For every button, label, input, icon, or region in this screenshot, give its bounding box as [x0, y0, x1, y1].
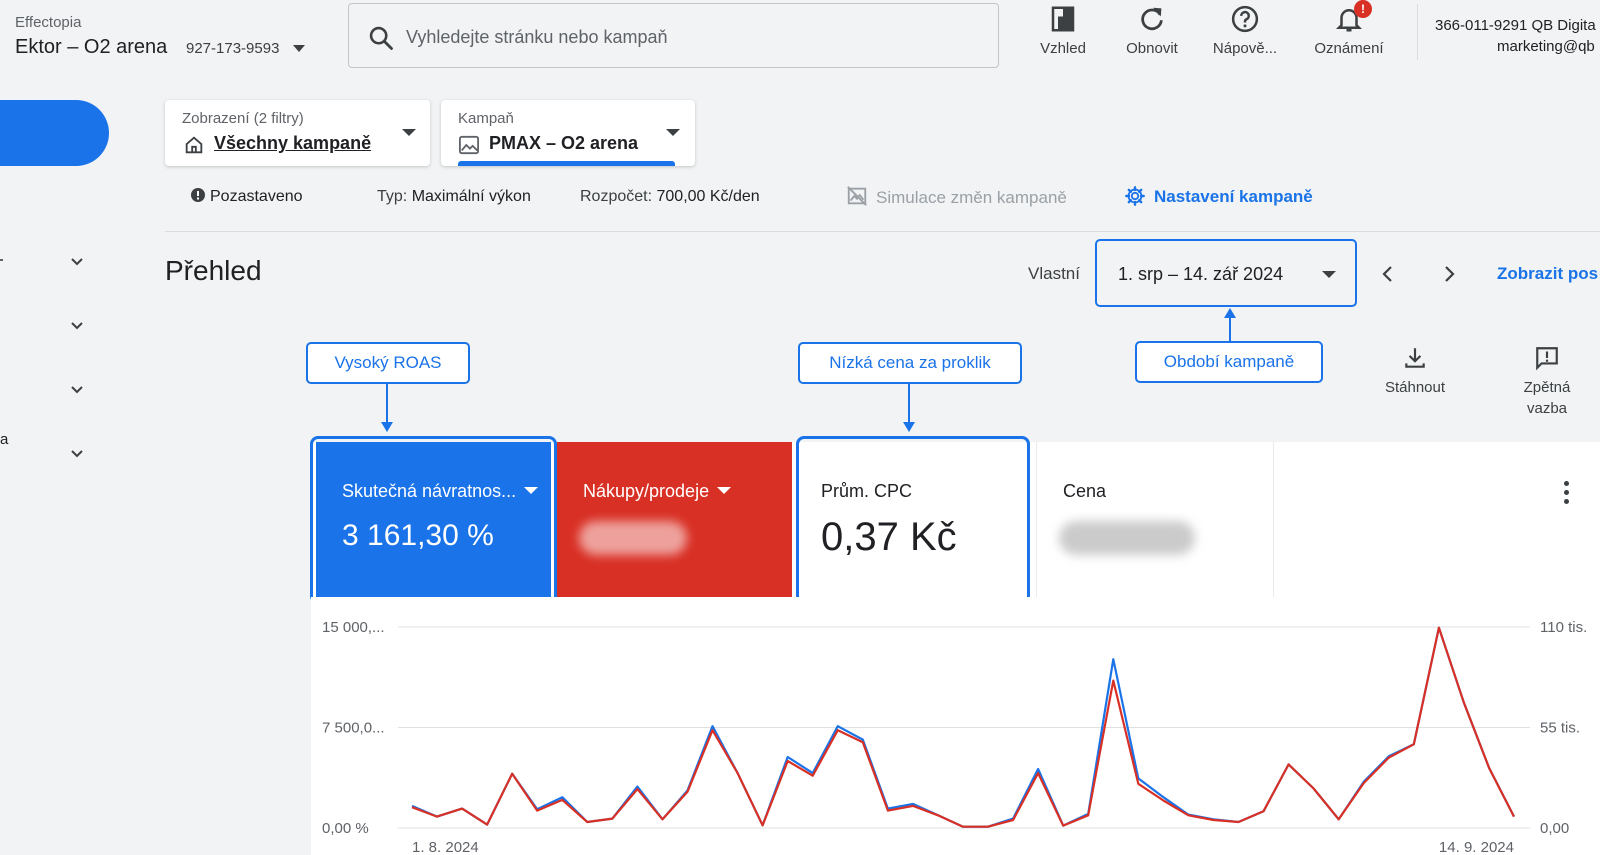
left-axis-tick-label: 0,00 % — [322, 820, 369, 837]
x-axis-end-label: 14. 9. 2024 — [1439, 839, 1514, 855]
right-axis-tick-label: 110 tis. — [1540, 619, 1587, 636]
x-axis-start-label: 1. 8. 2024 — [412, 839, 479, 855]
left-axis-tick-label: 15 000,... — [322, 619, 385, 636]
left-axis-tick-label: 7 500,0... — [322, 720, 385, 737]
right-axis-tick-label: 0,00 — [1540, 820, 1569, 837]
performance-chart: 15 000,... 110 tis. 7 500,0... 55 tis. 0,00 … — [322, 619, 1587, 855]
right-axis-tick-label: 55 tis. — [1540, 720, 1580, 737]
